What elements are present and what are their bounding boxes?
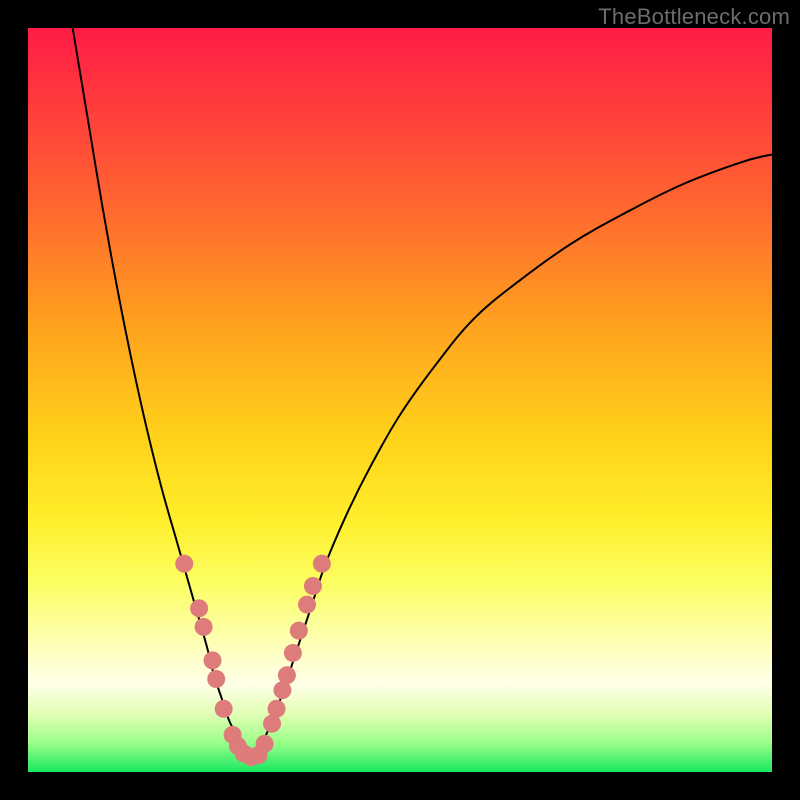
highlight-point [195,618,213,636]
highlight-point [256,735,274,753]
highlight-points-group [175,555,331,766]
highlight-point [313,555,331,573]
highlight-point [190,599,208,617]
highlight-point [207,670,225,688]
highlight-point [298,596,316,614]
right-curve-line [251,154,772,757]
highlight-point [215,700,233,718]
chart-plot-area [28,28,772,772]
watermark-text: TheBottleneck.com [598,4,790,30]
chart-svg [28,28,772,772]
highlight-point [304,577,322,595]
highlight-point [204,651,222,669]
highlight-point [278,666,296,684]
highlight-point [284,644,302,662]
highlight-point [268,700,286,718]
highlight-point [290,622,308,640]
highlight-point [175,555,193,573]
left-curve-line [73,28,252,757]
